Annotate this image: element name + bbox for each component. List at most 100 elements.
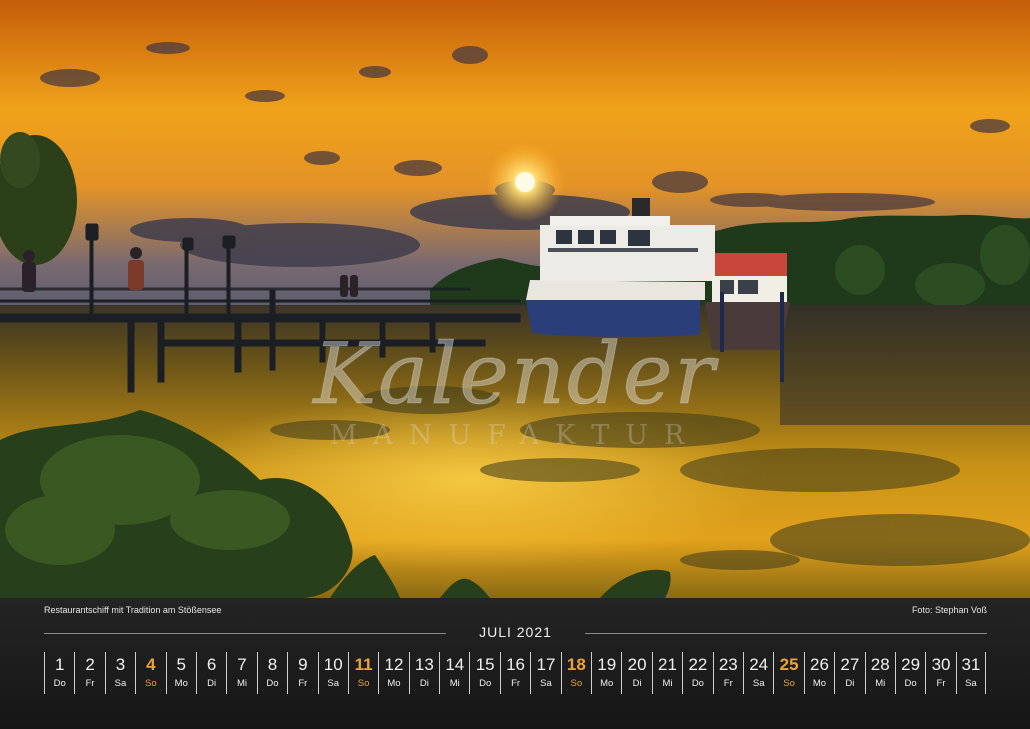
day-cell: 11 So [347, 652, 378, 694]
day-number: 31 [961, 655, 981, 674]
day-cell: 13 Di [408, 652, 439, 694]
weekday-label: Fr [936, 678, 946, 689]
weekday-label: Di [632, 678, 642, 689]
weekday-label: Mi [662, 678, 673, 689]
photo-credit: Foto: Stephan Voß [911, 605, 987, 615]
day-cell: 15 Do [469, 652, 499, 694]
weekday-label: Do [53, 678, 66, 689]
month-title: JULI 2021 [479, 624, 552, 640]
day-number: 7 [237, 655, 247, 674]
weekday-label: Fr [85, 678, 95, 689]
day-cell: 16 Fr [499, 652, 530, 694]
day-number: 25 [779, 655, 799, 674]
weekday-label: So [357, 678, 370, 689]
day-cell: 27 Di [834, 652, 864, 694]
day-number: 22 [688, 655, 708, 674]
weekday-label: So [783, 678, 795, 689]
sunset-lake-illustration [0, 0, 1030, 598]
weekday-label: Mi [875, 678, 886, 689]
weekday-label: Sa [327, 678, 340, 689]
day-cell: 17 Sa [530, 652, 560, 694]
day-cell: 28 Mi [864, 652, 895, 694]
day-cell: 9 Fr [287, 652, 317, 694]
day-number: 19 [597, 655, 617, 674]
day-cell: 18 So [560, 652, 591, 694]
day-number: 4 [146, 655, 156, 674]
weekday-label: Di [419, 678, 429, 689]
day-number: 26 [810, 655, 829, 674]
day-strip: 1 Do 2 Fr 3 Sa 4 So 5 Mo 6 Di 7 Mi 8 Do 9 Fr 10 Sa 11 So 12 Mo 1… [44, 652, 987, 694]
day-cell: 25 So [773, 652, 803, 694]
day-cell: 26 Mo [803, 652, 834, 694]
day-cell: 12 Mo [378, 652, 408, 694]
day-number: 21 [658, 655, 677, 674]
calendar-bar: Restaurantschiff mit Tradition am Stößen… [0, 598, 1030, 729]
weekday-label: So [145, 678, 157, 689]
weekday-label: Mo [600, 678, 614, 689]
weekday-label: Mo [387, 678, 401, 689]
weekday-label: Mi [237, 678, 248, 689]
day-number: 24 [749, 655, 769, 674]
day-cell: 21 Mi [651, 652, 682, 694]
day-cell: 29 Do [894, 652, 925, 694]
day-number: 20 [627, 655, 647, 674]
weekday-label: Sa [965, 678, 977, 689]
photo-caption: Restaurantschiff mit Tradition am Stößen… [44, 605, 222, 615]
day-cell: 14 Mi [439, 652, 469, 694]
day-number: 14 [445, 655, 465, 674]
weekday-label: Do [691, 678, 704, 689]
day-cell: 24 Sa [742, 652, 773, 694]
day-cell: 20 Di [621, 652, 651, 694]
day-number: 23 [718, 655, 738, 674]
day-number: 16 [506, 655, 526, 674]
weekday-label: Fr [511, 678, 521, 689]
day-cell: 5 Mo [165, 652, 196, 694]
day-number: 8 [267, 655, 278, 674]
day-cell: 1 Do [44, 652, 74, 694]
day-cell: 7 Mi [226, 652, 256, 694]
day-cell: 30 Fr [925, 652, 955, 694]
weekday-label: Do [479, 678, 492, 689]
day-number: 15 [475, 655, 495, 674]
calendar-photo: Kalender MANUFAKTUR [0, 0, 1030, 598]
day-number: 28 [870, 655, 890, 674]
day-number: 9 [298, 655, 308, 674]
weekday-label: So [570, 678, 583, 689]
day-number: 11 [354, 655, 373, 674]
day-number: 5 [176, 655, 186, 674]
weekday-label: Sa [540, 678, 552, 689]
day-cell: 22 Do [682, 652, 712, 694]
weekday-label: Fr [723, 678, 733, 689]
day-number: 1 [54, 655, 65, 674]
weekday-label: Do [904, 678, 917, 689]
day-cell: 4 So [135, 652, 165, 694]
day-number: 29 [901, 655, 921, 674]
weekday-label: Mo [812, 678, 827, 689]
day-number: 17 [536, 655, 556, 674]
day-number: 2 [85, 655, 95, 674]
weekday-label: Di [845, 678, 855, 689]
month-header: JULI 2021 [44, 623, 987, 643]
weekday-label: Fr [298, 678, 308, 689]
weekday-label: Sa [752, 678, 765, 689]
divider-right [585, 633, 987, 634]
weekday-label: Sa [114, 678, 127, 689]
day-cell: 23 Fr [712, 652, 743, 694]
day-cell: 31 Sa [955, 652, 987, 694]
day-number: 13 [414, 655, 434, 674]
day-number: 30 [931, 655, 951, 674]
weekday-label: Mo [174, 678, 188, 689]
day-number: 3 [115, 655, 126, 674]
weekday-label: Do [266, 678, 279, 689]
weekday-label: Di [207, 678, 217, 689]
day-number: 6 [206, 655, 217, 674]
day-cell: 19 Mo [591, 652, 621, 694]
day-cell: 6 Di [195, 652, 226, 694]
day-cell: 2 Fr [74, 652, 104, 694]
day-number: 10 [323, 655, 343, 674]
day-number: 27 [840, 655, 860, 674]
day-cell: 8 Do [256, 652, 287, 694]
weekday-label: Mi [449, 678, 460, 689]
day-cell: 3 Sa [104, 652, 135, 694]
day-number: 12 [384, 655, 404, 674]
